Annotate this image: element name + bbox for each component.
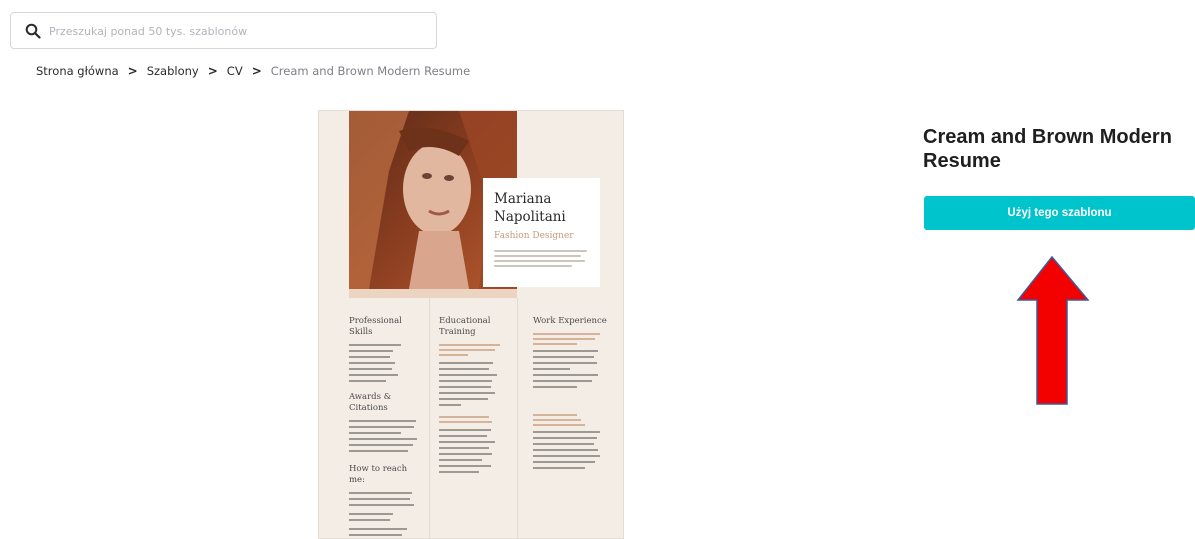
search-bar[interactable] [10,12,437,49]
section-heading: Educational [439,316,491,326]
section-heading: Training [439,327,476,337]
search-icon [25,23,41,39]
resume-column-2: Educational Training [439,316,511,473]
chevron-right-icon: > [127,64,138,78]
column-divider [429,298,430,538]
breadcrumb-current: Cream and Brown Modern Resume [270,64,471,78]
search-input[interactable] [49,19,429,43]
breadcrumb-home[interactable]: Strona główna [36,64,119,78]
use-template-button[interactable]: Użyj tego szablonu [924,196,1195,230]
resume-name-first: Mariana [494,191,552,207]
column-divider [517,298,518,538]
resume-column-1: Professional Skills Awards & Citations H… [349,316,423,536]
template-title: Cream and Brown Modern Resume [923,126,1172,172]
breadcrumb-templates[interactable]: Szablony [147,64,199,78]
section-heading: How to reach me: [349,464,408,485]
resume-name-last: Napolitani [494,209,566,225]
photo-accent-band [349,289,517,298]
section-heading: Work Experience [533,316,607,326]
resume-column-3: Work Experience [533,316,607,469]
resume-role: Fashion Designer [494,231,574,241]
chevron-right-icon: > [251,64,262,78]
template-preview[interactable]: Mariana Napolitani Fashion Designer Prof… [318,110,624,539]
name-card: Mariana Napolitani Fashion Designer [483,178,600,287]
red-arrow-annotation [1016,255,1090,405]
chevron-right-icon: > [207,64,218,78]
section-heading: Professional Skills [349,316,402,337]
breadcrumb: Strona główna > Szablony > CV > Cream an… [36,64,470,78]
section-heading: Awards & Citations [349,392,392,413]
breadcrumb-cv[interactable]: CV [227,64,243,78]
